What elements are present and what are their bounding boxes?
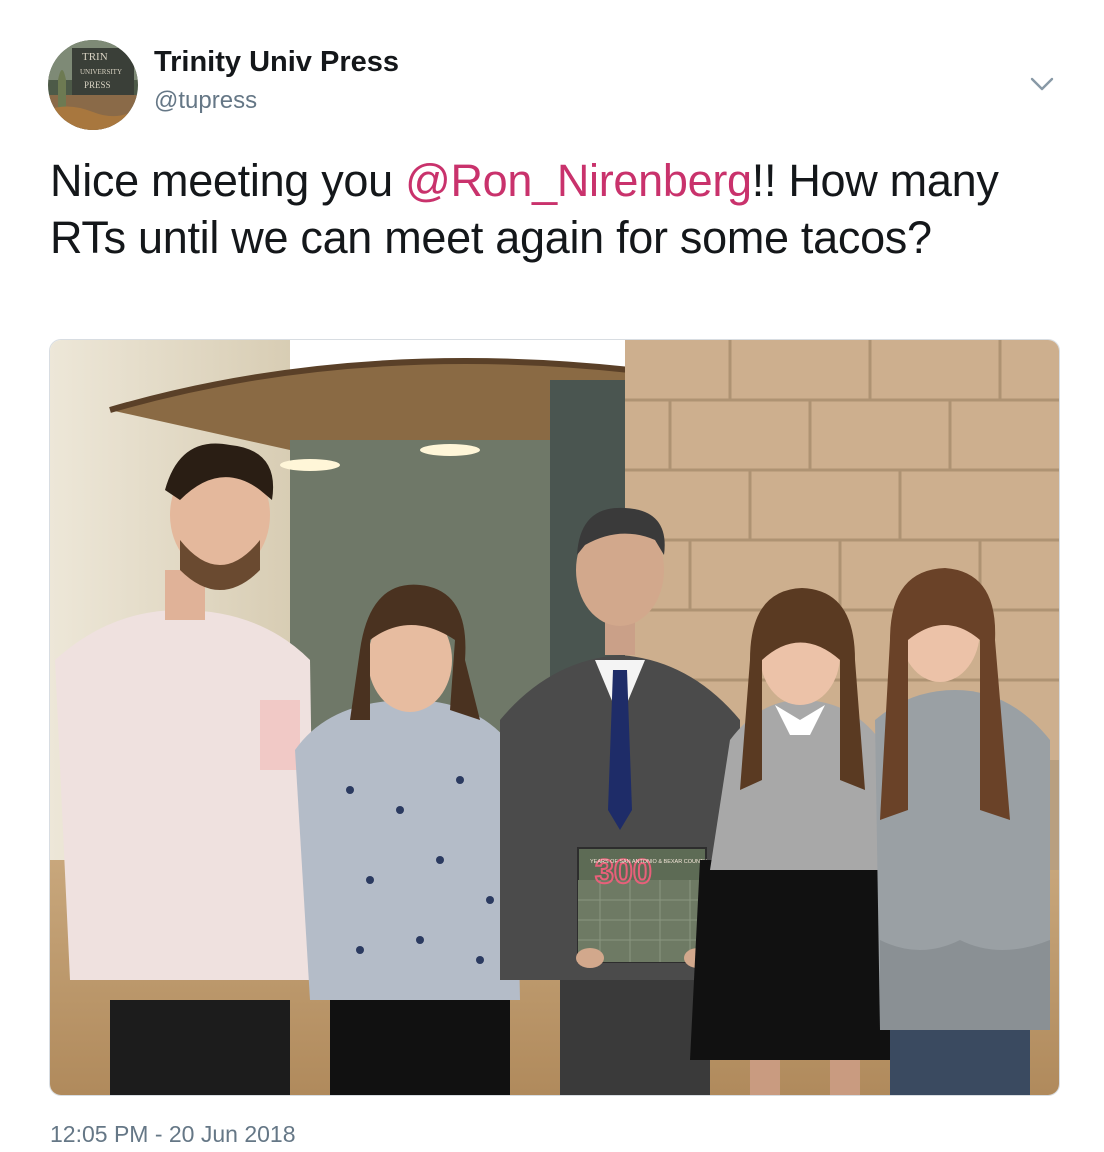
author-handle[interactable]: @tupress	[154, 87, 257, 115]
author-display-name[interactable]: Trinity Univ Press	[154, 46, 399, 79]
tweet-card: TRIN UNIVERSITY PRESS Trinity Univ Press…	[0, 0, 1104, 1152]
avatar-image: TRIN UNIVERSITY PRESS	[48, 40, 138, 130]
book: 300 YEARS OF SAN ANTONIO & BEXAR COUNTY	[576, 847, 712, 968]
avatar-text-line-3: PRESS	[84, 80, 111, 90]
chevron-down-icon[interactable]	[1028, 70, 1056, 98]
avatar-text-line-2: UNIVERSITY	[80, 68, 122, 76]
tweet-photo[interactable]: 300 YEARS OF SAN ANTONIO & BEXAR COUNTY	[49, 339, 1060, 1096]
photo-image: 300 YEARS OF SAN ANTONIO & BEXAR COUNTY	[50, 340, 1059, 1095]
author-avatar[interactable]: TRIN UNIVERSITY PRESS	[48, 40, 138, 130]
avatar-text-line-1: TRIN	[82, 51, 108, 63]
mention-link[interactable]: @Ron_Nirenberg	[405, 155, 752, 206]
tweet-timestamp[interactable]: 12:05 PM - 20 Jun 2018	[50, 1121, 296, 1148]
book-subtitle: YEARS OF SAN ANTONIO & BEXAR COUNTY	[590, 859, 707, 865]
tweet-text-before: Nice meeting you	[50, 155, 406, 206]
tweet-text: Nice meeting you @Ron_Nirenberg!! How ma…	[50, 152, 1060, 266]
